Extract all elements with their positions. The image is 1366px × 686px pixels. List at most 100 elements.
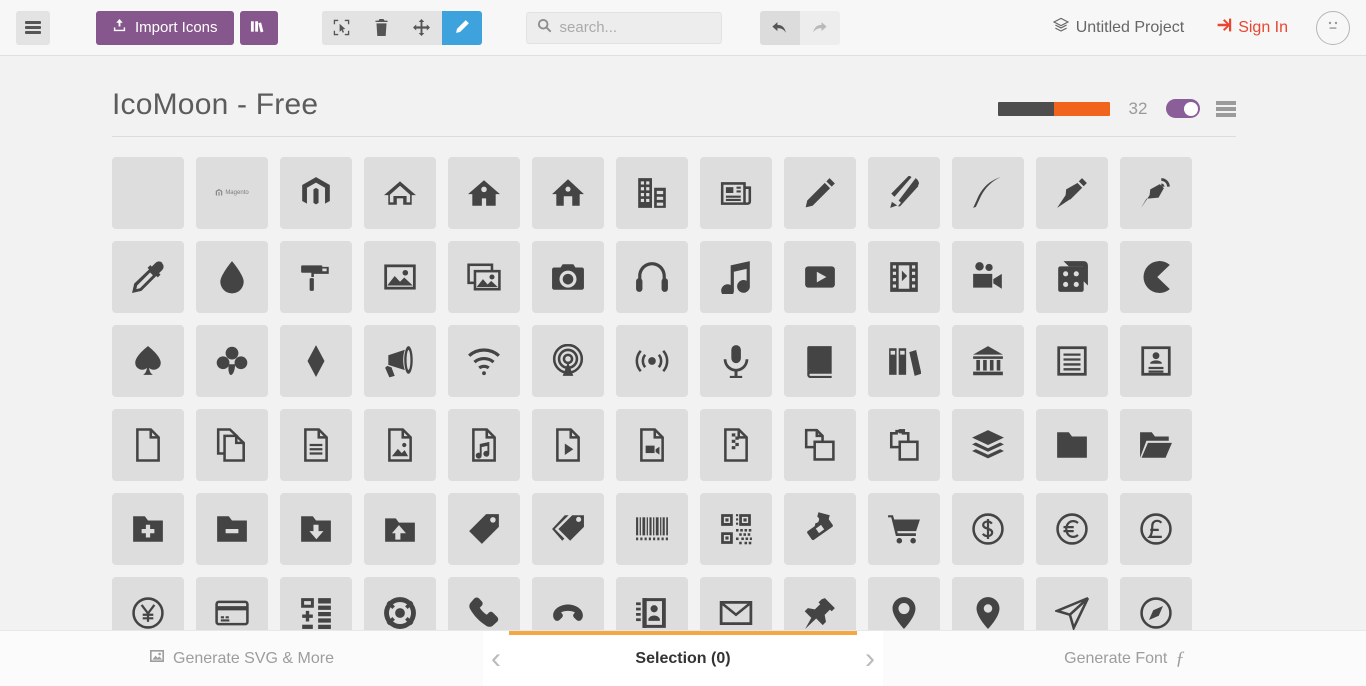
icon-tile-play[interactable] xyxy=(784,241,856,313)
icon-tile-book[interactable] xyxy=(784,325,856,397)
icon-tile-clubs[interactable] xyxy=(196,325,268,397)
redo-button[interactable] xyxy=(799,10,840,45)
icon-tile-price-tags[interactable] xyxy=(532,493,604,565)
icon-tile-barcode[interactable] xyxy=(616,493,688,565)
icon-tile-headphones[interactable] xyxy=(616,241,688,313)
icon-tile-location[interactable] xyxy=(868,577,940,630)
icon-tile-bullhorn[interactable] xyxy=(364,325,436,397)
icon-tile-blog[interactable] xyxy=(1120,157,1192,229)
icon-tile-lifebuoy[interactable] xyxy=(364,577,436,630)
icon-tile-compass2[interactable] xyxy=(1120,577,1192,630)
generate-font-tab[interactable]: Generate Font ƒ xyxy=(883,631,1366,686)
icon-tile-pencil[interactable] xyxy=(784,157,856,229)
icon-tile-file-music[interactable] xyxy=(448,409,520,481)
icon-tile-folder-download[interactable] xyxy=(280,493,352,565)
icon-tile-cart[interactable] xyxy=(868,493,940,565)
delete-tool-button[interactable] xyxy=(361,10,402,45)
search-box[interactable] xyxy=(525,11,722,44)
icon-tile-location2[interactable] xyxy=(952,577,1024,630)
icon-tile-camera[interactable] xyxy=(532,241,604,313)
icon-tile-coin-pound[interactable] xyxy=(1120,493,1192,565)
icon-library-button[interactable] xyxy=(239,10,278,45)
icon-tile-address-book[interactable] xyxy=(616,577,688,630)
icon-tile-blank[interactable] xyxy=(112,157,184,229)
icon-tile-coin-euro[interactable] xyxy=(1036,493,1108,565)
icon-tile-folder-open[interactable] xyxy=(1120,409,1192,481)
icon-tile-profile[interactable] xyxy=(1120,325,1192,397)
icon-tile-library[interactable] xyxy=(952,325,1024,397)
icon-tile-file-text[interactable] xyxy=(1036,325,1108,397)
project-button[interactable]: Untitled Project xyxy=(1052,17,1184,38)
icon-tile-diamonds[interactable] xyxy=(280,325,352,397)
search-input[interactable] xyxy=(559,19,711,36)
icon-tile-file-zip[interactable] xyxy=(700,409,772,481)
icon-tile-film[interactable] xyxy=(868,241,940,313)
icon-tile-home2[interactable] xyxy=(448,157,520,229)
icon-tile-pen[interactable] xyxy=(1036,157,1108,229)
sign-in-button[interactable]: Sign In xyxy=(1216,17,1288,38)
icon-tile-credit-card[interactable] xyxy=(196,577,268,630)
icon-tile-video-camera[interactable] xyxy=(952,241,1024,313)
icon-tile-dice[interactable] xyxy=(1036,241,1108,313)
icon-tile-pencil2[interactable] xyxy=(868,157,940,229)
icon-tile-pacman[interactable] xyxy=(1120,241,1192,313)
icon-tile-magento-wordmark[interactable]: Magento xyxy=(196,157,268,229)
icon-tile-folder-plus[interactable] xyxy=(112,493,184,565)
main-menu-button[interactable] xyxy=(16,10,50,45)
icon-tile-file-play[interactable] xyxy=(532,409,604,481)
icon-tile-qrcode[interactable] xyxy=(700,493,772,565)
icon-tile-file-empty[interactable] xyxy=(112,409,184,481)
icon-size-slider[interactable] xyxy=(998,101,1110,116)
icon-tile-mic[interactable] xyxy=(700,325,772,397)
icon-tile-home[interactable] xyxy=(364,157,436,229)
icon-tile-pushpin[interactable] xyxy=(784,577,856,630)
icon-tile-folder-upload[interactable] xyxy=(364,493,436,565)
selection-tab[interactable]: ‹ Selection (0) › xyxy=(483,631,883,686)
icon-tile-magento-mark[interactable] xyxy=(280,157,352,229)
icon-tile-phone-hang-up[interactable] xyxy=(532,577,604,630)
icon-tile-coin-dollar[interactable] xyxy=(952,493,1024,565)
edit-tool-button[interactable] xyxy=(441,10,482,45)
user-avatar-button[interactable] xyxy=(1316,10,1350,45)
prev-chevron-icon[interactable]: ‹ xyxy=(483,631,509,686)
undo-button[interactable] xyxy=(759,10,800,45)
icon-tile-office[interactable] xyxy=(616,157,688,229)
icon-tile-compass[interactable] xyxy=(1036,577,1108,630)
icon-tile-price-tag[interactable] xyxy=(448,493,520,565)
icon-tile-connection[interactable] xyxy=(448,325,520,397)
icon-tile-books[interactable] xyxy=(868,325,940,397)
icon-tile-image[interactable] xyxy=(364,241,436,313)
icon-tile-podcast[interactable] xyxy=(532,325,604,397)
icon-tile-stack[interactable] xyxy=(952,409,1024,481)
icon-tile-folder[interactable] xyxy=(1036,409,1108,481)
icon-tile-music[interactable] xyxy=(700,241,772,313)
icon-tile-phone[interactable] xyxy=(448,577,520,630)
next-chevron-icon[interactable]: › xyxy=(857,631,883,686)
icon-tile-home3[interactable] xyxy=(532,157,604,229)
icon-tile-feed[interactable] xyxy=(616,325,688,397)
set-menu-button[interactable] xyxy=(1216,99,1236,120)
import-icons-button[interactable]: Import Icons xyxy=(96,10,234,45)
generate-svg-tab[interactable]: Generate SVG & More xyxy=(0,631,483,686)
icon-tile-droplet[interactable] xyxy=(196,241,268,313)
icon-tile-files-empty[interactable] xyxy=(196,409,268,481)
icon-tile-folder-minus[interactable] xyxy=(196,493,268,565)
icon-tile-images[interactable] xyxy=(448,241,520,313)
icon-tile-copy[interactable] xyxy=(784,409,856,481)
move-tool-button[interactable] xyxy=(401,10,442,45)
icon-tile-quill[interactable] xyxy=(952,157,1024,229)
icon-tile-ticket[interactable] xyxy=(784,493,856,565)
icon-tile-paste[interactable] xyxy=(868,409,940,481)
icon-tile-file-picture[interactable] xyxy=(364,409,436,481)
set-visibility-toggle[interactable] xyxy=(1166,99,1200,119)
icon-tile-calculator[interactable] xyxy=(280,577,352,630)
icon-tile-paint-format[interactable] xyxy=(280,241,352,313)
icon-tile-envelop[interactable] xyxy=(700,577,772,630)
icon-tile-file-video[interactable] xyxy=(616,409,688,481)
select-tool-button[interactable] xyxy=(321,10,362,45)
icon-tile-newspaper[interactable] xyxy=(700,157,772,229)
icon-tile-spades[interactable] xyxy=(112,325,184,397)
icon-tile-eyedropper[interactable] xyxy=(112,241,184,313)
icon-tile-file-text2[interactable] xyxy=(280,409,352,481)
icon-tile-coin-yen[interactable] xyxy=(112,577,184,630)
